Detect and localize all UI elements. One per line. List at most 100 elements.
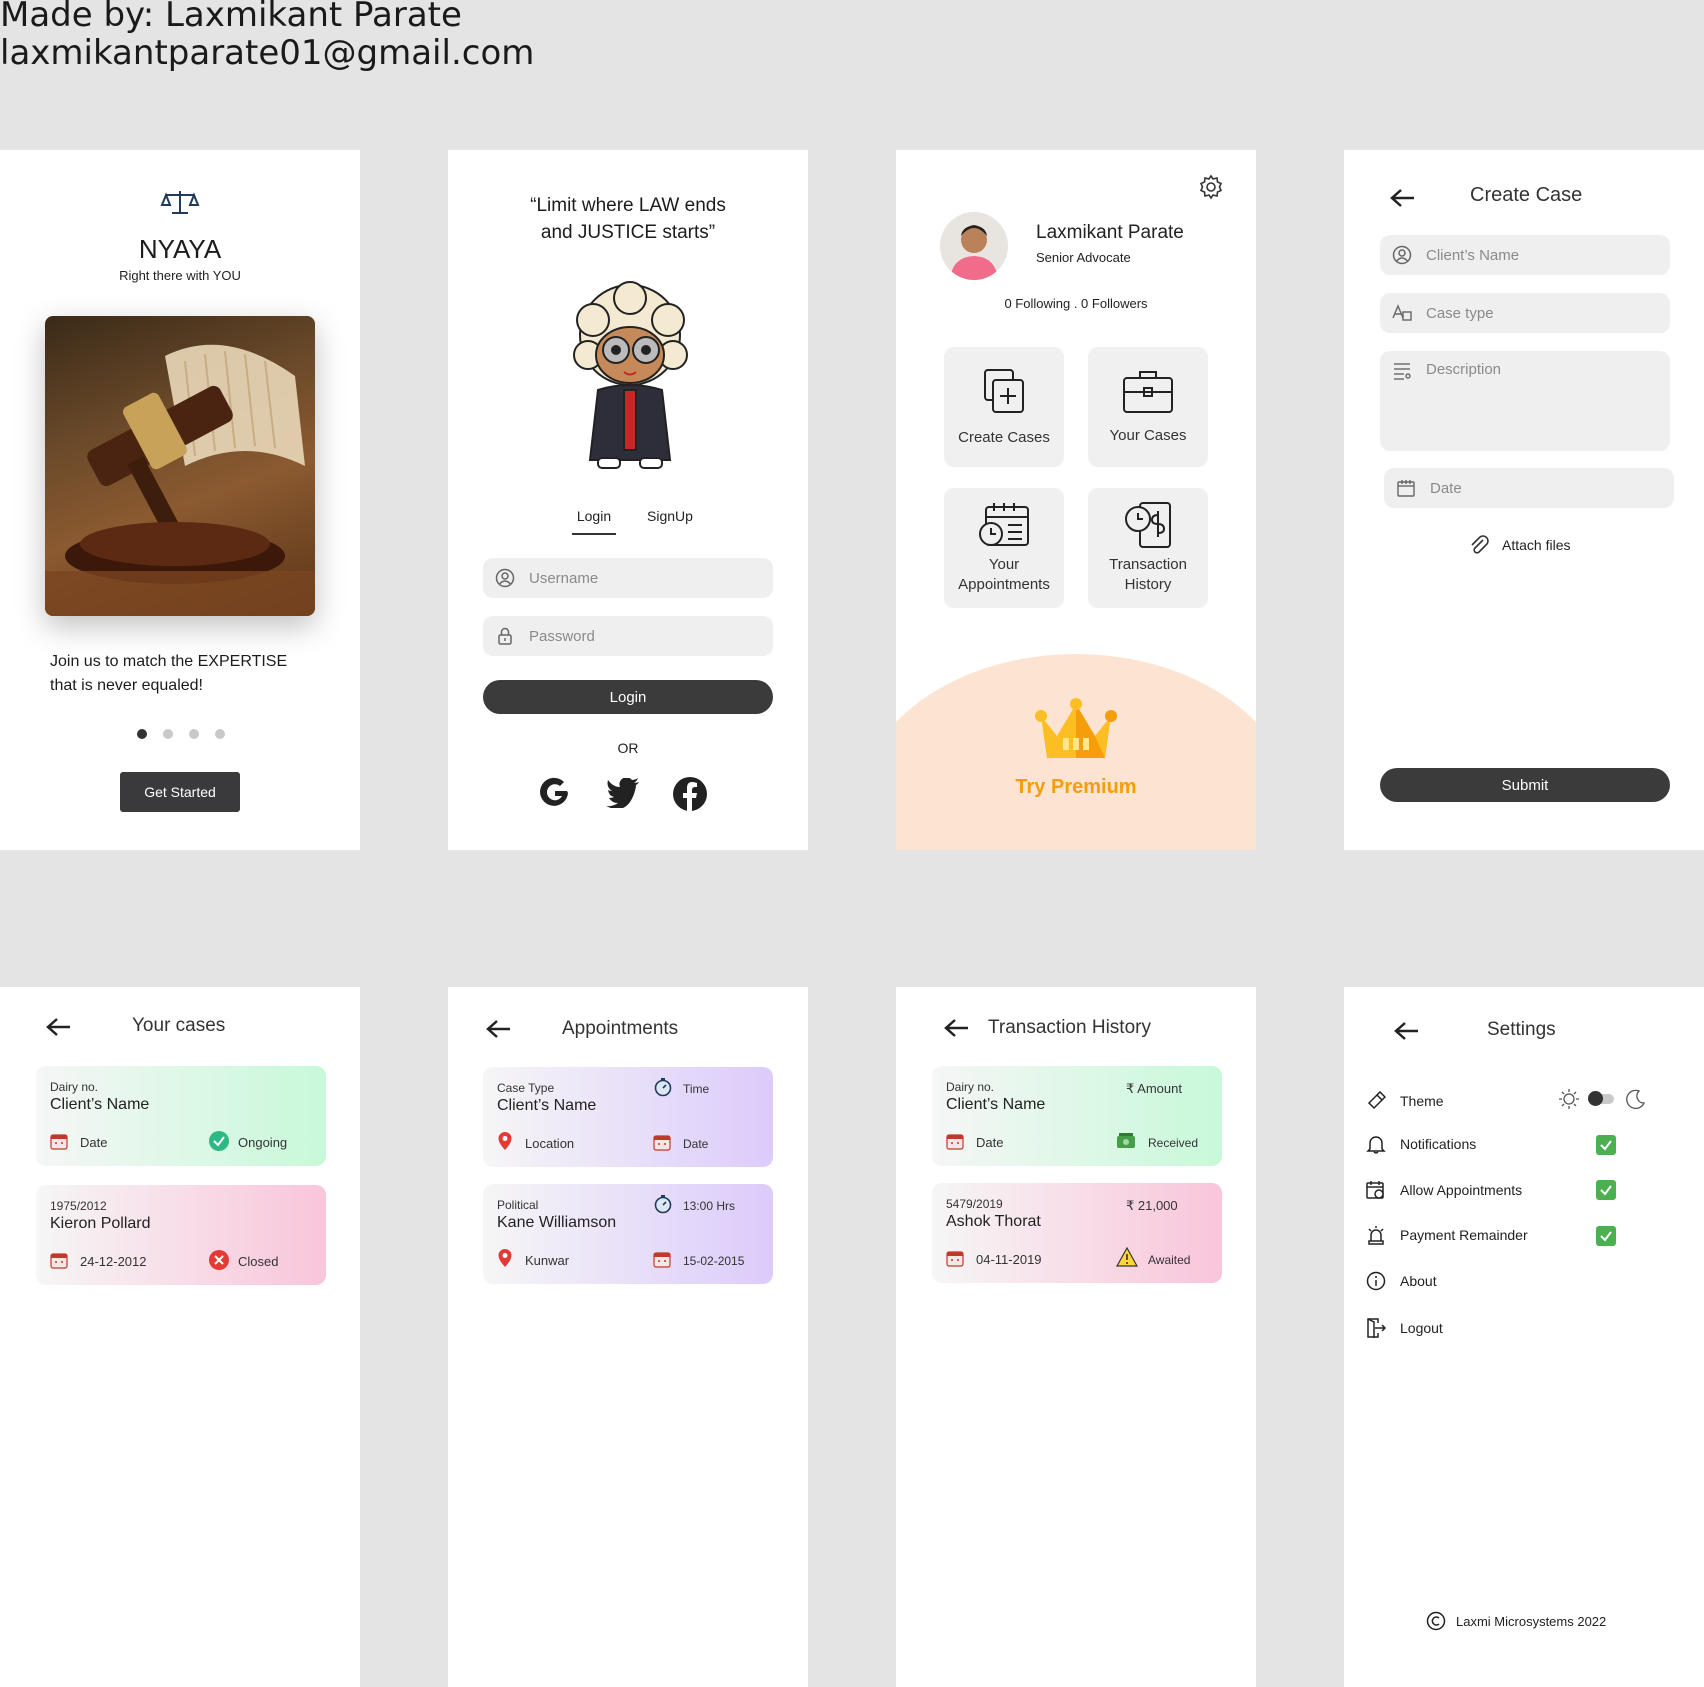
date-field[interactable]: Date — [1384, 468, 1674, 508]
stopwatch-icon — [654, 1195, 672, 1214]
case-type-field[interactable]: Case type — [1380, 293, 1670, 333]
password-field[interactable]: Password — [483, 616, 773, 656]
back-arrow-icon[interactable] — [486, 1019, 512, 1039]
settings-item-allow-appointments[interactable]: Allow Appointments — [1366, 1180, 1522, 1200]
payment-remainder-checkbox[interactable] — [1596, 1226, 1616, 1246]
description-field[interactable]: Description — [1380, 351, 1670, 451]
page-title: Your cases — [132, 1015, 226, 1036]
settings-item-logout[interactable]: Logout — [1366, 1317, 1443, 1339]
appointment-client-name: Client’s Name — [497, 1097, 597, 1114]
create-case-icon — [984, 369, 1024, 413]
notifications-checkbox[interactable] — [1596, 1135, 1616, 1155]
onboarding-screen: NYAYA Right there with YOU Join us to ma… — [0, 150, 360, 850]
settings-item-label: Theme — [1400, 1093, 1444, 1109]
facebook-icon[interactable] — [672, 776, 708, 812]
twitter-icon[interactable] — [606, 778, 640, 808]
appointment-location: Kunwar — [525, 1253, 570, 1268]
onboarding-message: Join us to match the EXPERTISE that is n… — [50, 650, 287, 698]
appointment-date: Date — [683, 1137, 709, 1151]
page-dot-2[interactable] — [163, 729, 173, 739]
tab-signup[interactable]: SignUp — [640, 508, 700, 524]
credit-author: Made by: Laxmikant Parate — [0, 0, 462, 35]
sun-icon — [1559, 1089, 1579, 1109]
alarm-icon — [1368, 1226, 1384, 1245]
settings-item-notifications[interactable]: Notifications — [1366, 1134, 1476, 1154]
case-card[interactable]: 1975/2012 Kieron Pollard 24-12-2012 Clos… — [36, 1185, 326, 1285]
paperclip-icon — [1471, 535, 1489, 554]
calendar-icon — [50, 1253, 68, 1269]
case-diary-no: Dairy no. — [50, 1080, 99, 1094]
briefcase-icon — [1123, 371, 1173, 413]
appointment-card[interactable]: Case Type Client’s Name Time Location Da… — [483, 1067, 773, 1167]
get-started-button[interactable]: Get Started — [120, 772, 240, 812]
stopwatch-icon — [654, 1078, 672, 1097]
tile-label-1: Transaction — [1109, 556, 1187, 573]
back-arrow-icon[interactable] — [944, 1018, 970, 1038]
calendar-icon — [946, 1251, 964, 1267]
settings-item-payment-remainder[interactable]: Payment Remainder — [1366, 1225, 1528, 1245]
theme-toggle[interactable] — [1588, 1091, 1614, 1106]
allow-appointments-checkbox[interactable] — [1596, 1180, 1616, 1200]
appointment-time: Time — [683, 1082, 710, 1096]
transaction-diary-no: 5479/2019 — [946, 1197, 1003, 1211]
logout-icon — [1367, 1318, 1386, 1338]
google-icon[interactable] — [538, 776, 572, 810]
submit-button[interactable]: Submit — [1380, 768, 1670, 802]
transaction-card[interactable]: 5479/2019 Ashok Thorat ₹ 21,000 04-11-20… — [932, 1183, 1222, 1283]
transaction-history-tile[interactable]: Transaction History — [1088, 488, 1208, 608]
page-dot-1[interactable] — [137, 729, 147, 739]
attach-files-button[interactable]: Attach files — [1468, 534, 1570, 556]
appointment-card[interactable]: Political Kane Williamson 13:00 Hrs Kunw… — [483, 1184, 773, 1284]
back-arrow-icon[interactable] — [46, 1017, 72, 1037]
create-cases-tile[interactable]: Create Cases — [944, 347, 1064, 467]
client-name-field[interactable]: Client’s Name — [1380, 235, 1670, 275]
case-status: Closed — [238, 1254, 279, 1269]
calendar-clock-icon — [979, 503, 1029, 546]
gear-icon[interactable] — [1198, 174, 1224, 200]
appointments-tile[interactable]: Your Appointments — [944, 488, 1064, 608]
tile-label: Create Cases — [958, 429, 1050, 446]
tab-login-underline — [572, 533, 616, 535]
bell-icon — [1366, 1136, 1386, 1154]
crown-icon — [1035, 698, 1117, 758]
settings-footer: Laxmi Microsystems 2022 — [1426, 1611, 1606, 1631]
back-arrow-icon[interactable] — [1394, 1021, 1420, 1041]
page-dot-3[interactable] — [189, 729, 199, 739]
quote-line-1: “Limit where LAW ends — [530, 195, 726, 216]
back-arrow-icon[interactable] — [1390, 188, 1416, 208]
settings-item-label: Allow Appointments — [1400, 1182, 1523, 1198]
avatar[interactable] — [940, 212, 1008, 280]
dashboard-screen: Laxmikant Parate Senior Advocate 0 Follo… — [896, 150, 1256, 850]
location-pin-icon — [498, 1249, 512, 1267]
settings-item-about[interactable]: About — [1366, 1271, 1437, 1291]
your-cases-tile[interactable]: Your Cases — [1088, 347, 1208, 467]
password-placeholder: Password — [529, 627, 595, 645]
brand-tagline: Right there with YOU — [119, 268, 241, 283]
transaction-status: Received — [1148, 1136, 1199, 1150]
page-title: Transaction History — [988, 1017, 1151, 1038]
scales-logo-icon — [160, 191, 200, 214]
appointment-case-type: Political — [497, 1198, 539, 1212]
appointment-date: 15-02-2015 — [683, 1254, 745, 1268]
calendar-icon — [653, 1252, 671, 1268]
transaction-icon — [1125, 502, 1171, 548]
login-button[interactable]: Login — [483, 680, 773, 714]
transaction-card[interactable]: Dairy no. Client’s Name ₹ Amount Date Re… — [932, 1066, 1222, 1166]
or-divider: OR — [617, 740, 639, 756]
case-card[interactable]: Dairy no. Client’s Name Date Ongoing — [36, 1066, 326, 1166]
try-premium-label[interactable]: Try Premium — [896, 776, 1256, 799]
message-line-2: that is never equaled! — [50, 677, 203, 694]
case-client-name: Kieron Pollard — [50, 1215, 151, 1232]
description-placeholder: Description — [1426, 361, 1502, 378]
calendar-icon — [50, 1134, 68, 1150]
tab-login[interactable]: Login — [574, 508, 614, 524]
info-icon — [1366, 1271, 1386, 1291]
appointment-client-name: Kane Williamson — [497, 1214, 617, 1231]
user-icon — [1392, 245, 1412, 265]
page-dot-4[interactable] — [215, 729, 225, 739]
username-field[interactable]: Username — [483, 558, 773, 598]
check-circle-icon — [209, 1131, 229, 1151]
settings-screen: Settings Theme Notifications Allow Appoi… — [1344, 987, 1704, 1687]
settings-item-theme[interactable]: Theme — [1366, 1091, 1444, 1111]
case-diary-no: 1975/2012 — [50, 1199, 107, 1213]
